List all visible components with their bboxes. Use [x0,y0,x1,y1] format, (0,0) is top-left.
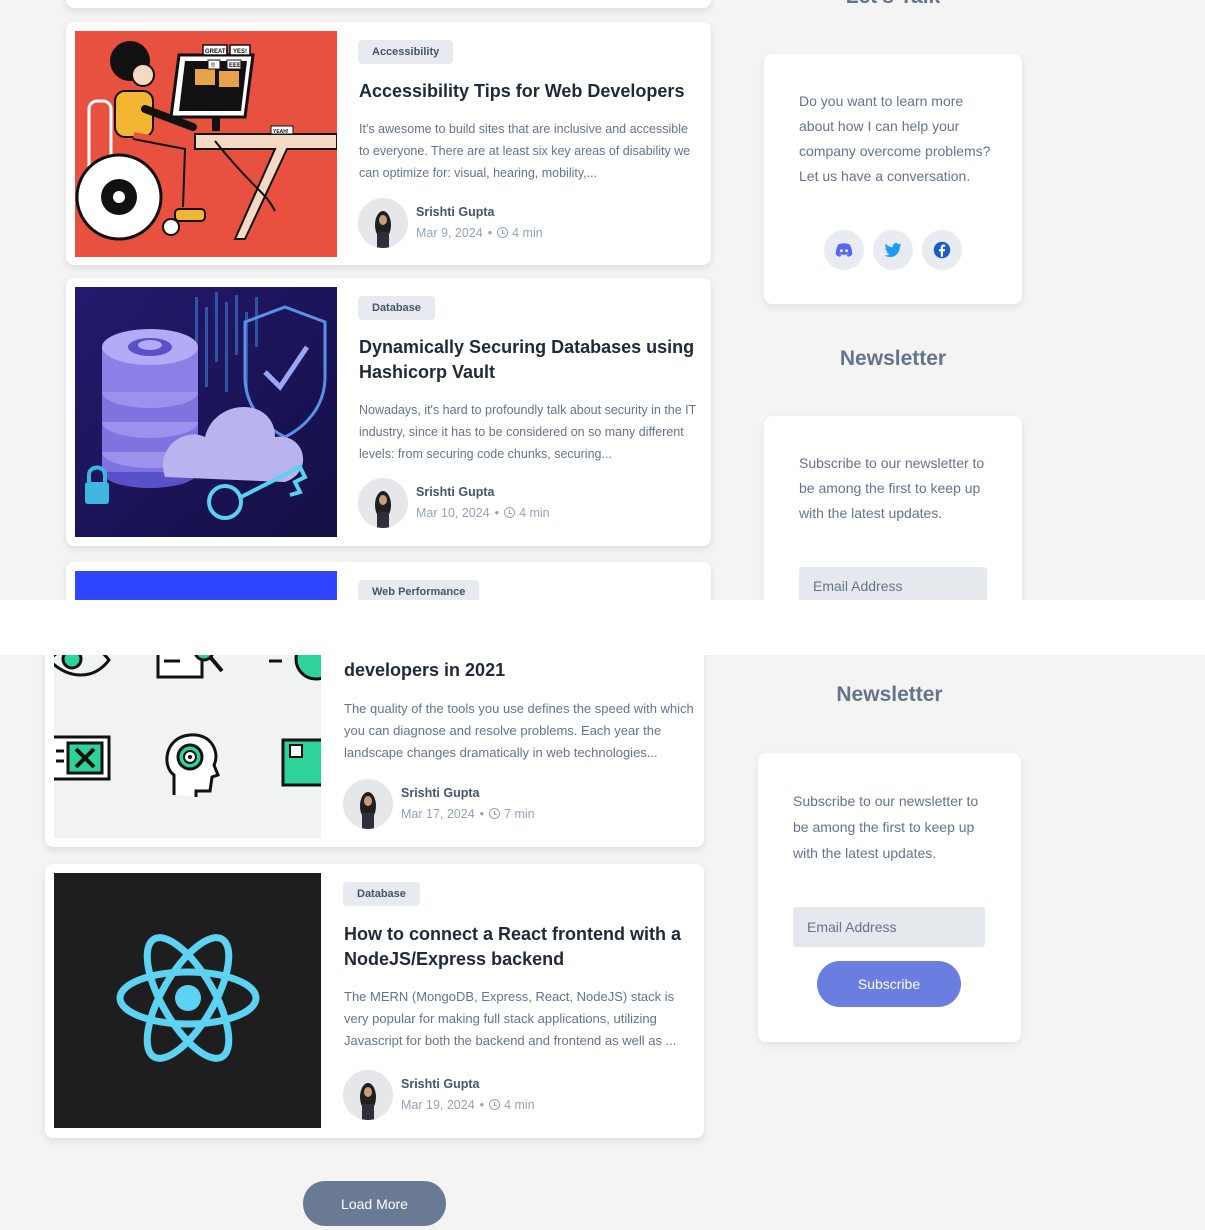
newsletter-card: Subscribe to our newsletter to be among … [758,753,1021,1042]
separator-dot: • [494,506,500,520]
post-author: Srishti Gupta Mar 19, 2024 • 4 min [343,1070,673,1124]
subscribe-button[interactable]: Subscribe [817,961,961,1007]
database-security-illustration [75,287,337,537]
blog-feed-lower-view: developers in 2021 The quality of the to… [0,655,1205,1230]
read-time: 4 min [512,226,543,240]
author-avatar [343,1070,393,1120]
post-card-vault[interactable]: Database Dynamically Securing Databases … [66,278,711,546]
author-avatar [358,478,408,528]
load-more-button[interactable]: Load More [303,1181,446,1226]
clock-icon [489,808,501,819]
lets-talk-text: Do you want to learn more about how I ca… [799,93,991,184]
post-meta: Mar 19, 2024 • 4 min [401,1098,535,1112]
post-tag[interactable]: Database [358,296,435,320]
discord-button[interactable] [824,230,864,270]
post-card-accessibility[interactable]: GREAT! YES! !! EEE YEAH! Accessibility A… [66,22,711,265]
newsletter-text: Subscribe to our newsletter to be among … [799,455,985,521]
newsletter-text: Subscribe to our newsletter to be among … [793,793,979,861]
newsletter-heading: Newsletter [839,347,947,370]
image-text-yeah: YEAH! [273,129,289,135]
post-excerpt: The MERN (MongoDB, Express, React, NodeJ… [344,989,677,1048]
post-tag[interactable]: Web Performance [358,580,480,600]
post-date: Mar 19, 2024 [401,1098,475,1112]
post-title[interactable]: developers in 2021 [344,658,689,683]
read-time: 7 min [504,807,535,821]
email-field[interactable] [793,907,985,947]
post-thumbnail[interactable] [75,287,337,537]
facebook-icon [933,241,951,259]
author-name[interactable]: Srishti Gupta [416,205,494,219]
separator-dot: • [479,1098,485,1112]
clock-icon [504,507,516,518]
clock-icon [489,1099,501,1110]
post-title[interactable]: How to connect a React frontend with a N… [344,922,699,972]
newsletter-card: Subscribe to our newsletter to be among … [764,416,1022,600]
blog-feed-upper-view: Let's Talk GREAT! YES! !! [0,0,1205,600]
post-title[interactable]: Dynamically Securing Databases using Has… [359,335,704,385]
post-author: Srishti Gupta Mar 10, 2024 • 4 min [358,478,688,532]
lets-talk-heading: Let's Talk [764,0,1022,9]
dev-tools-icons-illustration [54,655,321,838]
email-field[interactable] [799,567,987,600]
post-author: Srishti Gupta Mar 9, 2024 • 4 min [358,198,688,252]
post-card-previous[interactable] [66,0,711,8]
read-time: 4 min [519,506,550,520]
post-date: Mar 17, 2024 [401,807,475,821]
react-logo-illustration [54,873,321,1128]
post-meta: Mar 9, 2024 • 4 min [416,226,543,240]
post-thumbnail[interactable] [75,571,337,600]
lets-talk-card: Do you want to learn more about how I ca… [764,54,1022,304]
post-meta: Mar 10, 2024 • 4 min [416,506,550,520]
clock-icon [497,227,509,238]
post-tag[interactable]: Database [343,882,420,906]
accessibility-illustration: GREAT! YES! !! EEE YEAH! [75,31,337,257]
facebook-button[interactable] [922,230,962,270]
post-author: Srishti Gupta Mar 17, 2024 • 7 min [343,779,673,833]
post-thumbnail[interactable] [54,655,321,838]
twitter-button[interactable] [873,230,913,270]
author-name[interactable]: Srishti Gupta [401,1077,479,1091]
post-excerpt: Nowadays, it's hard to profoundly talk a… [359,403,697,461]
post-tag[interactable]: Accessibility [358,40,454,64]
author-name[interactable]: Srishti Gupta [401,786,479,800]
author-avatar [343,779,393,829]
post-date: Mar 10, 2024 [416,506,490,520]
post-date: Mar 9, 2024 [416,226,483,240]
post-thumbnail[interactable] [54,873,321,1128]
post-title[interactable]: Accessibility Tips for Web Developers [359,79,699,104]
author-avatar [358,198,408,248]
image-text-great: GREAT! [205,49,228,55]
author-name[interactable]: Srishti Gupta [416,485,494,499]
separator-dot: • [487,226,493,240]
newsletter-heading: Newsletter [836,683,943,706]
post-card-dev-tools[interactable]: developers in 2021 The quality of the to… [45,655,704,847]
twitter-icon [884,243,902,258]
post-thumbnail[interactable]: GREAT! YES! !! EEE YEAH! [75,31,337,257]
separator-dot: • [479,807,485,821]
post-card-react-node[interactable]: Database How to connect a React frontend… [45,864,704,1138]
image-text-eee: EEE [229,63,241,69]
discord-icon [835,243,853,257]
post-excerpt: It's awesome to build sites that are inc… [359,122,691,180]
post-excerpt: The quality of the tools you use defines… [344,701,694,760]
image-text-yes: YES! [233,49,247,55]
post-card-web-performance[interactable]: Web Performance [66,562,711,600]
read-time: 4 min [504,1098,535,1112]
image-text-exclaim: !! [211,63,215,69]
post-meta: Mar 17, 2024 • 7 min [401,807,535,821]
